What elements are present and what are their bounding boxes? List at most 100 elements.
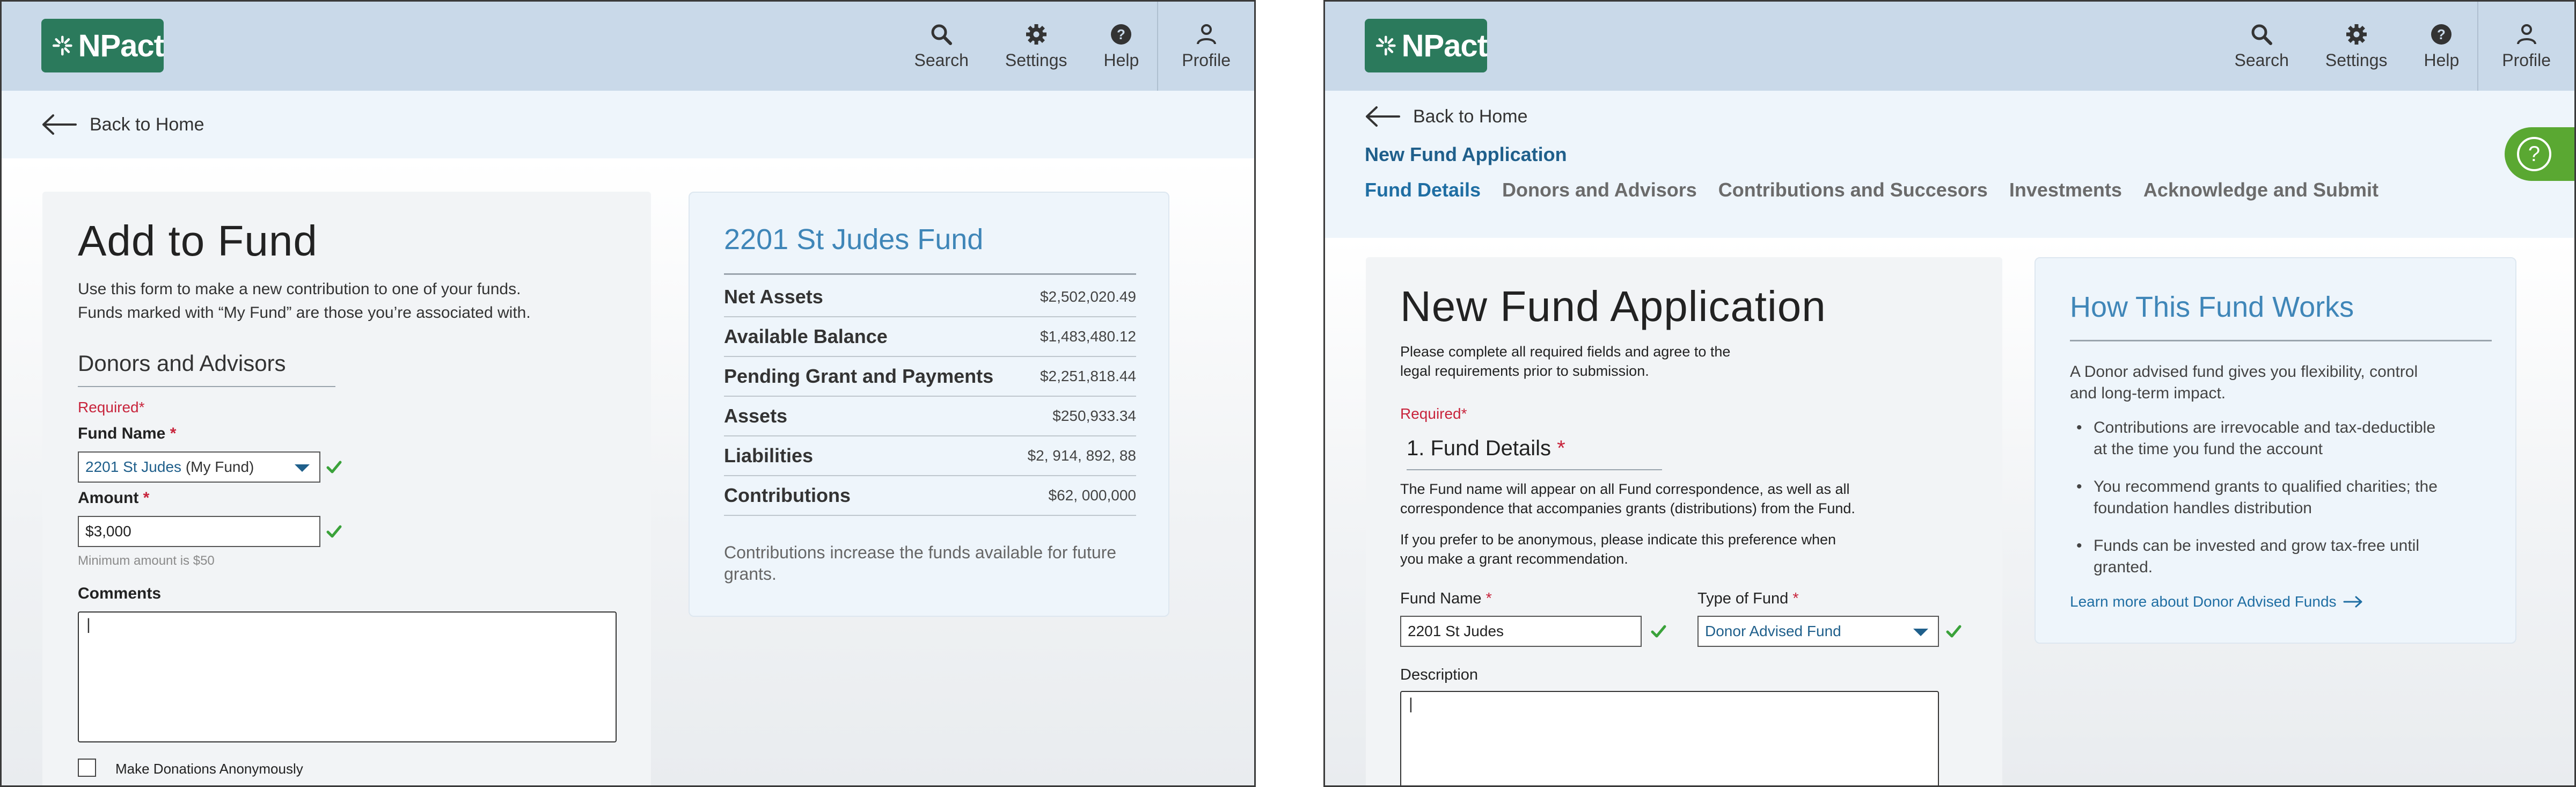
back-to-home-label: Back to Home: [90, 114, 204, 135]
anonymity-explanation: If you prefer to be anonymous, please in…: [1400, 530, 1836, 569]
how-bullet: Contributions are irrevocable and tax-de…: [2070, 417, 2499, 460]
logo-text: NPact: [1401, 28, 1488, 63]
amount-hint: Minimum amount is $50: [78, 553, 215, 568]
comments-value: |: [86, 616, 91, 633]
chevron-down-icon: [1913, 629, 1928, 636]
help-widget-button[interactable]: ?: [2505, 127, 2574, 181]
tab-acknowledge-and-submit[interactable]: Acknowledge and Submit: [2143, 179, 2379, 201]
fund-name-label-text: Fund Name: [1400, 590, 1482, 607]
summary-row: Pending Grant and Payments $2,251,818.44: [724, 357, 1136, 397]
summary-row: Net Assets $2,502,020.49: [724, 278, 1136, 317]
amount-input[interactable]: $3,000: [78, 516, 320, 547]
summary-row-value: $2,251,818.44: [1040, 368, 1136, 384]
fund-type-select[interactable]: Donor Advised Fund: [1697, 616, 1939, 647]
svg-text:?: ?: [2528, 142, 2540, 166]
required-label: Required: [1400, 405, 1461, 422]
back-to-home-link[interactable]: Back to Home: [1365, 106, 1528, 127]
fund-name-label: Fund Name *: [1400, 590, 1492, 608]
form-intro-line-2: Funds marked with “My Fund” are those yo…: [78, 304, 531, 322]
help-circle-icon: ?: [2517, 137, 2551, 171]
nav-settings[interactable]: Settings: [987, 2, 1086, 91]
nav-items: Search Settings ? Help Profile: [896, 2, 1254, 91]
nav-profile-label: Profile: [2502, 50, 2551, 70]
how-bullet-line-1: Contributions are irrevocable and tax-de…: [2094, 419, 2436, 436]
required-asterisk: *: [1461, 405, 1467, 422]
anonymity-explanation-line-1: If you prefer to be anonymous, please in…: [1400, 531, 1836, 548]
arrow-left-icon: [42, 114, 77, 135]
search-icon: [931, 24, 953, 45]
form-intro: Use this form to make a new contribution…: [78, 278, 531, 325]
step-title-text: 1. Fund Details: [1407, 436, 1552, 460]
add-to-fund-screen: NPact Search Settings ? Help Profile Bac…: [0, 0, 1256, 787]
nav-help[interactable]: ? Help: [1085, 2, 1157, 91]
leaf-logo-icon: [52, 35, 72, 56]
tab-fund-details[interactable]: Fund Details: [1365, 179, 1481, 201]
required-label: Required: [78, 399, 139, 416]
how-fund-works-title: How This Fund Works: [2070, 291, 2354, 323]
how-bullet-line-1: Funds can be invested and grow tax-free …: [2094, 537, 2420, 555]
summary-row: Available Balance $1,483,480.12: [724, 317, 1136, 357]
required-asterisk: *: [143, 489, 150, 507]
fund-name-value: 2201 St Judes: [1408, 623, 1504, 639]
form-intro-line-1: Use this form to make a new contribution…: [78, 280, 521, 298]
fund-name-input[interactable]: 2201 St Judes: [1400, 616, 1642, 647]
application-form-card: New Fund Application Please complete all…: [1366, 257, 2002, 785]
comments-textarea[interactable]: |: [78, 611, 617, 742]
how-intro-line-1: A Donor advised fund gives you flexibili…: [2070, 363, 2418, 381]
how-fund-works-panel: How This Fund Works A Donor advised fund…: [2035, 257, 2516, 644]
how-intro: A Donor advised fund gives you flexibili…: [2070, 361, 2418, 404]
summary-note-line-2: grants.: [724, 564, 777, 584]
nav-help-label: Help: [1103, 50, 1139, 70]
fund-name-explanation-line-2: correspondence that accompanies grants (…: [1400, 500, 1855, 516]
user-icon: [2516, 24, 2536, 45]
summary-row-label: Available Balance: [724, 325, 888, 347]
nav-help-label: Help: [2424, 50, 2460, 70]
how-divider: [2070, 340, 2492, 341]
tab-investments[interactable]: Investments: [2009, 179, 2122, 201]
description-value: |: [1409, 695, 1413, 713]
nav-profile[interactable]: Profile: [1157, 2, 1254, 91]
tab-donors-and-advisors[interactable]: Donors and Advisors: [1502, 179, 1697, 201]
add-to-fund-card: Add to Fund Use this form to make a new …: [42, 192, 651, 785]
anonymous-label: Make Donations Anonymously: [115, 761, 303, 777]
search-icon: [2251, 24, 2273, 45]
fund-name-select[interactable]: 2201 St Judes (My Fund): [78, 451, 320, 483]
check-icon: [1651, 625, 1666, 638]
gear-icon: [2346, 24, 2367, 45]
nav-help[interactable]: ? Help: [2405, 2, 2477, 91]
fund-name-suffix: (My Fund): [185, 458, 254, 475]
fund-name-label-text: Fund Name: [78, 425, 166, 442]
summary-row-label: Contributions: [724, 484, 851, 506]
application-tabs: Fund Details Donors and Advisors Contrib…: [1365, 179, 2400, 201]
description-label: Description: [1400, 666, 1479, 683]
nav-search[interactable]: Search: [2216, 2, 2307, 91]
nav-search-label: Search: [914, 50, 969, 70]
back-bar: Back to Home: [2, 91, 1254, 158]
npact-logo[interactable]: NPact: [1365, 19, 1488, 72]
nav-search[interactable]: Search: [896, 2, 986, 91]
comments-label: Comments: [78, 585, 162, 602]
required-asterisk: *: [138, 399, 145, 416]
how-bullet: You recommend grants to qualified charit…: [2070, 476, 2499, 519]
summary-row-value: $2,502,020.49: [1040, 288, 1136, 305]
tab-contributions-and-successors[interactable]: Contributions and Succesors: [1718, 179, 1988, 201]
back-to-home-link[interactable]: Back to Home: [41, 114, 204, 135]
summary-row-label: Net Assets: [724, 286, 823, 308]
new-fund-application-screen: NPact Search Settings ? Help Profile Bac…: [1323, 0, 2576, 787]
summary-note: Contributions increase the funds availab…: [724, 542, 1116, 585]
summary-row-label: Liabilities: [724, 444, 814, 467]
page-title: New Fund Application: [1400, 282, 1826, 330]
summary-row: Liabilities $2, 914, 892, 88: [724, 436, 1136, 476]
help-circle-icon: ?: [2431, 24, 2452, 45]
anonymous-checkbox[interactable]: [78, 759, 96, 777]
required-asterisk: *: [170, 425, 177, 442]
nav-profile[interactable]: Profile: [2477, 2, 2574, 91]
npact-logo[interactable]: NPact: [41, 19, 164, 72]
summary-row: Assets $250,933.34: [724, 397, 1136, 436]
nav-settings[interactable]: Settings: [2307, 2, 2406, 91]
how-bullets: Contributions are irrevocable and tax-de…: [2070, 417, 2499, 594]
learn-more-link[interactable]: Learn more about Donor Advised Funds: [2070, 593, 2363, 610]
description-textarea[interactable]: |: [1400, 691, 1939, 785]
step-title: 1. Fund Details *: [1407, 436, 1662, 470]
anonymity-explanation-line-2: you make a grant recommendation.: [1400, 551, 1628, 567]
